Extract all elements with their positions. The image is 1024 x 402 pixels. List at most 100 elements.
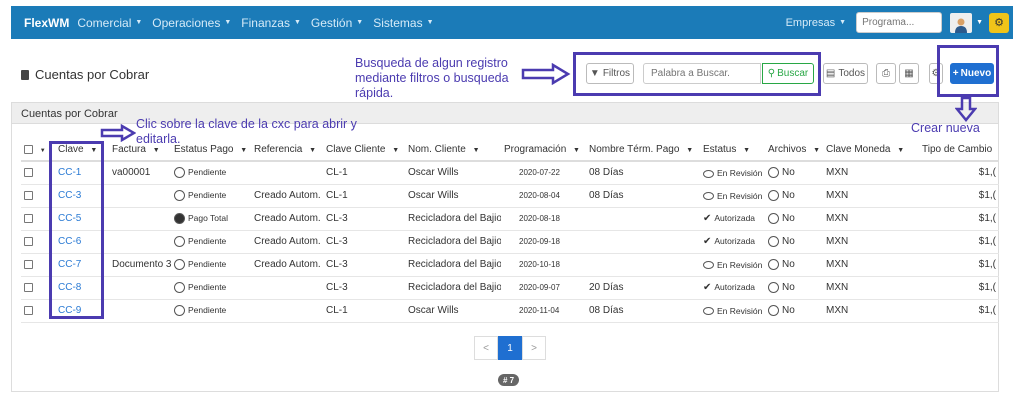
empty-circle-icon [174, 167, 185, 179]
archivos-cell: No [765, 276, 823, 300]
menu-operaciones[interactable]: Operaciones ▼ [152, 16, 231, 30]
menu-comercial[interactable]: Comercial ▼ [77, 16, 142, 30]
prev-page-button[interactable]: < [474, 336, 498, 360]
user-avatar-button[interactable] [950, 12, 973, 33]
nom-cliente-cell: Recicladora del Bajio [405, 230, 501, 254]
estatus-cell: En Revisión [700, 253, 765, 277]
referencia-cell [251, 299, 323, 323]
nom-cliente-cell: Oscar Wills [405, 161, 501, 185]
referencia-cell [251, 161, 323, 185]
empty-circle-icon [174, 259, 185, 271]
menu-gestion[interactable]: Gestión ▼ [311, 16, 363, 30]
factura-cell [109, 184, 171, 208]
page-1-button[interactable]: 1 [498, 336, 522, 360]
factura-cell [109, 230, 171, 254]
programacion-cell: 2020-09-07 [501, 276, 586, 300]
check-icon: ✔ [703, 282, 712, 293]
programacion-cell: 2020-08-18 [501, 207, 586, 231]
col-tipo-cambio[interactable]: Tipo de Cambio ▼ [919, 139, 999, 162]
checkbox[interactable] [24, 213, 33, 223]
caret-down-icon[interactable]: ▼ [40, 148, 46, 154]
programacion-cell: 2020-11-04 [501, 299, 586, 323]
menu-finanzas[interactable]: Finanzas ▼ [241, 16, 301, 30]
nom-cliente-cell: Oscar Wills [405, 184, 501, 208]
programacion-cell: 2020-07-22 [501, 161, 586, 185]
table-body: CC-1 va00001 Pendiente CL-1 Oscar Wills 2020-… [21, 161, 999, 323]
table-row[interactable]: CC-5 Pago Total Creado Autom. CL-3 Reciclado… [21, 207, 999, 231]
tipo-cambio-cell: $1,( [919, 299, 999, 323]
factura-cell [109, 299, 171, 323]
empresas-menu[interactable]: Empresas ▼ [786, 17, 846, 29]
empty-circle-icon [768, 167, 779, 179]
caret-down-icon: ▼ [224, 19, 232, 26]
table-row[interactable]: CC-1 va00001 Pendiente CL-1 Oscar Wills 2020-… [21, 161, 999, 185]
archivos-cell: No [765, 253, 823, 277]
nom-cliente-cell: Recicladora del Bajio [405, 207, 501, 231]
table-row[interactable]: CC-6 Pendiente Creado Autom. CL-3 Reciclador… [21, 230, 999, 254]
clave-annotation-box [49, 141, 104, 319]
next-page-button[interactable]: > [522, 336, 546, 360]
col-archivos[interactable]: Archivos ▼ [765, 139, 823, 162]
col-nom-cliente[interactable]: Nom. Cliente ▼ [405, 139, 501, 162]
empty-circle-icon [768, 258, 779, 270]
checkbox[interactable] [24, 305, 33, 315]
table-row[interactable]: CC-9 Pendiente CL-1 Oscar Wills 2020-11-04 08… [21, 299, 999, 323]
empty-circle-icon [768, 235, 779, 247]
check-icon: ✔ [703, 236, 712, 247]
caret-down-icon[interactable]: ▼ [976, 19, 983, 26]
check-icon: ✔ [703, 213, 712, 224]
factura-cell [109, 207, 171, 231]
cxc-table: ▼ Clave ▼ Factura ▼ Estatus Pago ▼ Refer… [21, 139, 999, 323]
estatus-cell: ✔ Autorizada [700, 230, 765, 254]
estatus-cell: ✔ Autorizada [700, 207, 765, 231]
col-estatus[interactable]: Estatus ▼ [700, 139, 765, 162]
menu-sistemas[interactable]: Sistemas ▼ [373, 16, 433, 30]
nom-cliente-cell: Recicladora del Bajio [405, 253, 501, 277]
checkbox[interactable] [24, 282, 33, 292]
clave-cliente-cell: CL-3 [323, 230, 405, 254]
program-search-input[interactable] [856, 12, 943, 33]
col-termino-pago[interactable]: Nombre Térm. Pago ▼ [586, 139, 700, 162]
comment-icon [703, 261, 714, 270]
estatus-pago-cell: Pendiente [171, 161, 251, 185]
table-row[interactable]: CC-7 Documento 3 Pendiente Creado Autom. CL-… [21, 253, 999, 277]
col-clave-moneda[interactable]: Clave Moneda ▼ [823, 139, 919, 162]
columns-button[interactable]: ▦ [899, 63, 919, 84]
navbar-right: Empresas▼ ▼ ⚙ [786, 6, 1013, 39]
table-row[interactable]: CC-8 Pendiente CL-3 Recicladora del Bajio 20… [21, 276, 999, 300]
settings-gear-icon[interactable]: ⚙ [989, 12, 1009, 33]
termino-pago-cell [586, 253, 700, 277]
sort-icon: ▼ [573, 147, 580, 154]
filled-circle-icon [174, 213, 185, 225]
estatus-cell: En Revisión [700, 184, 765, 208]
checkbox[interactable] [24, 259, 33, 269]
tipo-cambio-cell: $1,( [919, 276, 999, 300]
todos-button[interactable]: ▤ Todos [823, 63, 868, 84]
empty-circle-icon [768, 304, 779, 316]
brand-logo[interactable]: FlexWM [24, 16, 69, 30]
caret-down-icon: ▼ [426, 19, 434, 26]
archivos-cell: No [765, 207, 823, 231]
checkbox[interactable] [24, 236, 33, 246]
estatus-pago-cell: Pendiente [171, 299, 251, 323]
print-button[interactable]: ⎙ [876, 63, 896, 84]
clave-cliente-cell: CL-1 [323, 184, 405, 208]
empty-circle-icon [174, 305, 185, 317]
checkbox[interactable] [24, 190, 33, 200]
estatus-pago-cell: Pendiente [171, 230, 251, 254]
col-programacion[interactable]: Programación ▼ [501, 139, 586, 162]
estatus-cell: En Revisión [700, 299, 765, 323]
factura-cell [109, 276, 171, 300]
comment-icon [703, 169, 714, 178]
nuevo-annotation-box [937, 45, 999, 97]
empty-circle-icon [174, 190, 185, 202]
archivos-cell: No [765, 161, 823, 185]
archivos-cell: No [765, 230, 823, 254]
document-icon [21, 69, 29, 80]
checkbox[interactable] [24, 168, 33, 178]
table-row[interactable]: CC-3 Pendiente Creado Autom. CL-1 Oscar Will… [21, 184, 999, 208]
nom-cliente-cell: Oscar Wills [405, 299, 501, 323]
clave-cliente-cell: CL-3 [323, 276, 405, 300]
sort-icon: ▼ [686, 147, 694, 154]
checkbox[interactable] [24, 144, 33, 154]
